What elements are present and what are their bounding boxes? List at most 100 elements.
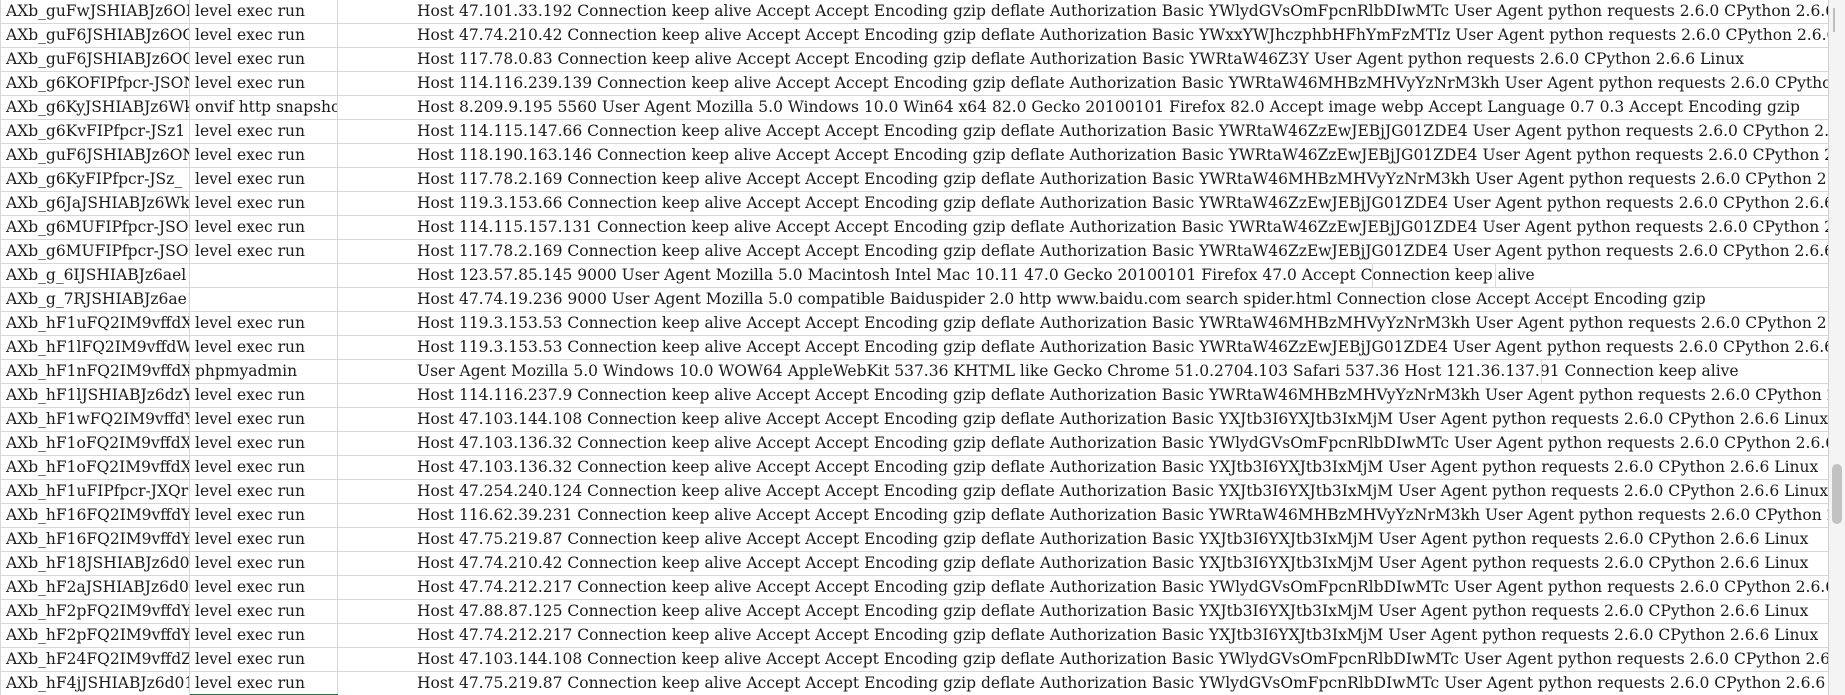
cell-id[interactable]: AXb_hF2aJSHIABJz6d0S [0, 576, 190, 599]
cell-id[interactable]: AXb_guF6JSHIABJz6OOL [0, 48, 190, 71]
cell-id[interactable]: AXb_hF1uFQ2IM9vffdXu [0, 312, 190, 335]
cell-event-name[interactable]: level exec run [190, 480, 338, 503]
cell-event-name[interactable]: level exec run [190, 144, 338, 167]
cell-request[interactable]: Host 47.75.219.87 Connection keep alive … [412, 672, 1828, 695]
cell-event-name[interactable] [190, 264, 338, 287]
cell-id[interactable]: AXb_g_7RJSHIABJz6ae1 [0, 288, 190, 311]
cell-request[interactable]: Host 116.62.39.231 Connection keep alive… [412, 504, 1828, 527]
cell-event-name[interactable]: level exec run [190, 216, 338, 239]
cell-event-name[interactable]: level exec run [190, 408, 338, 431]
vertical-scrollbar[interactable] [1828, 0, 1845, 695]
cell-event-name[interactable]: level exec run [190, 24, 338, 47]
cell-event-name[interactable]: level exec run [190, 600, 338, 623]
cell-request[interactable]: Host 123.57.85.145 9000 User Agent Mozil… [412, 264, 1828, 287]
cell-request[interactable]: Host 47.74.212.217 Connection keep alive… [412, 624, 1828, 647]
cell-request[interactable]: Host 47.103.136.32 Connection keep alive… [412, 432, 1828, 455]
cell-request[interactable]: Host 114.116.237.9 Connection keep alive… [412, 384, 1828, 407]
cell-id[interactable]: AXb_hF1lFQ2IM9vffdW2 [0, 336, 190, 359]
cell-event-name[interactable]: level exec run [190, 120, 338, 143]
cell-id[interactable]: AXb_guF6JSHIABJz6ON9 [0, 144, 190, 167]
cell-event-name[interactable]: level exec run [190, 648, 338, 671]
cell-request[interactable]: Host 47.75.219.87 Connection keep alive … [412, 528, 1828, 551]
cell-event-name[interactable]: level exec run [190, 72, 338, 95]
cell-event-name[interactable]: level exec run [190, 336, 338, 359]
table-row: AXb_hF1oFQ2IM9vffdXr level exec run Host 4… [0, 456, 1828, 480]
cell-id[interactable]: AXb_g6MUFIPfpcr-JSOr [0, 240, 190, 263]
cell-request[interactable]: Host 117.78.2.169 Connection keep alive … [412, 168, 1828, 191]
cell-event-name[interactable]: level exec run [190, 432, 338, 455]
cell-id[interactable]: AXb_hF1oFQ2IM9vffdXm [0, 432, 190, 455]
cell-id[interactable]: AXb_guFwJSHIABJz6ON1 [0, 0, 190, 23]
cell-id[interactable]: AXb_g6KOFIPfpcr-JSON [0, 72, 190, 95]
cell-request[interactable]: Host 47.74.19.236 9000 User Agent Mozill… [412, 288, 1828, 311]
cell-event-name[interactable]: level exec run [190, 240, 338, 263]
cell-id[interactable]: AXb_g6MUFIPfpcr-JSOo [0, 216, 190, 239]
table-row: AXb_hF1oFQ2IM9vffdXm level exec run Host 4… [0, 432, 1828, 456]
scrollbar-edge-mark [1833, 8, 1843, 32]
cell-id[interactable]: AXb_hF2pFQ2IM9vffdY1 [0, 624, 190, 647]
cell-request[interactable]: Host 47.103.144.108 Connection keep aliv… [412, 408, 1828, 431]
cell-request[interactable]: Host 47.103.136.32 Connection keep alive… [412, 456, 1828, 479]
cell-request[interactable]: Host 119.3.153.53 Connection keep alive … [412, 312, 1828, 335]
cell-event-name[interactable]: level exec run [190, 0, 338, 23]
cell-event-name[interactable]: level exec run [190, 504, 338, 527]
cell-request[interactable]: Host 118.190.163.146 Connection keep ali… [412, 144, 1828, 167]
column-gridline [1495, 264, 1496, 287]
cell-request[interactable]: Host 47.74.212.217 Connection keep alive… [412, 576, 1828, 599]
table-row: AXb_hF1wFQ2IM9vffdYH level exec run Host 4… [0, 408, 1828, 432]
cell-id[interactable]: AXb_hF1nFQ2IM9vffdXJ [0, 360, 190, 383]
cell-request[interactable]: Host 117.78.0.83 Connection keep alive A… [412, 48, 1828, 71]
cell-id[interactable]: AXb_g6JaJSHIABJz6WkU [0, 192, 190, 215]
cell-request[interactable]: Host 47.88.87.125 Connection keep alive … [412, 600, 1828, 623]
cell-event-name[interactable]: level exec run [190, 312, 338, 335]
table-row: AXb_hF2aJSHIABJz6d0S level exec run Host 4… [0, 576, 1828, 600]
cell-event-name[interactable]: level exec run [190, 384, 338, 407]
column-gridline [1372, 264, 1373, 287]
cell-id[interactable]: AXb_g6KyFIPfpcr-JSz_ [0, 168, 190, 191]
cell-event-name[interactable]: level exec run [190, 456, 338, 479]
cell-event-name[interactable]: level exec run [190, 192, 338, 215]
cell-event-name[interactable]: level exec run [190, 576, 338, 599]
cell-id[interactable]: AXb_hF18JSHIABJz6d0G [0, 552, 190, 575]
cell-id[interactable]: AXb_g6KvFIPfpcr-JSz1 [0, 120, 190, 143]
table-row: AXb_hF1nFQ2IM9vffdXJ phpmyadmin User Agent… [0, 360, 1828, 384]
cell-event-name[interactable] [190, 288, 338, 311]
cell-request[interactable]: Host 114.115.147.66 Connection keep aliv… [412, 120, 1828, 143]
cell-request[interactable]: Host 119.3.153.53 Connection keep alive … [412, 336, 1828, 359]
table-row: AXb_g6MUFIPfpcr-JSOr level exec run Host 1… [0, 240, 1828, 264]
cell-event-name[interactable]: level exec run [190, 552, 338, 575]
table-row: AXb_hF18JSHIABJz6d0G level exec run Host 4… [0, 552, 1828, 576]
cell-id[interactable]: AXb_g_6IJSHIABJz6ael [0, 264, 190, 287]
cell-id[interactable]: AXb_hF1wFQ2IM9vffdYH [0, 408, 190, 431]
cell-id[interactable]: AXb_hF1oFQ2IM9vffdXr [0, 456, 190, 479]
vertical-scrollbar-thumb[interactable] [1832, 464, 1842, 524]
cell-id[interactable]: AXb_hF24FQ2IM9vffdZC [0, 648, 190, 671]
cell-event-name[interactable]: level exec run [190, 528, 338, 551]
cell-request[interactable]: User Agent Mozilla 5.0 Windows 10.0 WOW6… [412, 360, 1828, 383]
cell-event-name[interactable]: level exec run [190, 672, 338, 695]
cell-event-name[interactable]: phpmyadmin [190, 360, 338, 383]
cell-request[interactable]: Host 8.209.9.195 5560 User Agent Mozilla… [412, 96, 1828, 119]
cell-request[interactable]: Host 47.254.240.124 Connection keep aliv… [412, 480, 1828, 503]
cell-id[interactable]: AXb_hF1lJSHIABJz6dzY [0, 384, 190, 407]
cell-request[interactable]: Host 47.103.144.108 Connection keep aliv… [412, 648, 1828, 671]
cell-request[interactable]: Host 47.74.210.42 Connection keep alive … [412, 24, 1828, 47]
cell-event-name[interactable]: onvif http snapshot [190, 96, 338, 119]
cell-request[interactable]: Host 47.74.210.42 Connection keep alive … [412, 552, 1828, 575]
cell-id[interactable]: AXb_hF1uFIPfpcr-JXQr [0, 480, 190, 503]
cell-request[interactable]: Host 114.115.157.131 Connection keep ali… [412, 216, 1828, 239]
cell-request[interactable]: Host 117.78.2.169 Connection keep alive … [412, 240, 1828, 263]
cell-id[interactable]: AXb_g6KyJSHIABJz6Wk4 [0, 96, 190, 119]
cell-id[interactable]: AXb_hF16FQ2IM9vffdYp [0, 528, 190, 551]
cell-event-name[interactable]: level exec run [190, 624, 338, 647]
cell-event-name[interactable]: level exec run [190, 168, 338, 191]
cell-request[interactable]: Host 47.101.33.192 Connection keep alive… [412, 0, 1828, 23]
cell-id[interactable]: AXb_hF16FQ2IM9vffdYk [0, 504, 190, 527]
cell-request[interactable]: Host 114.116.239.139 Connection keep ali… [412, 72, 1828, 95]
cell-id[interactable]: AXb_hF2pFQ2IM9vffdYO [0, 600, 190, 623]
table-row: AXb_hF1uFQ2IM9vffdXu level exec run Host 1… [0, 312, 1828, 336]
cell-request[interactable]: Host 119.3.153.66 Connection keep alive … [412, 192, 1828, 215]
cell-id[interactable]: AXb_guF6JSHIABJz6OOD [0, 24, 190, 47]
cell-event-name[interactable]: level exec run [190, 48, 338, 71]
cell-id[interactable]: AXb_hF4jJSHIABJz6d01 [0, 672, 190, 695]
